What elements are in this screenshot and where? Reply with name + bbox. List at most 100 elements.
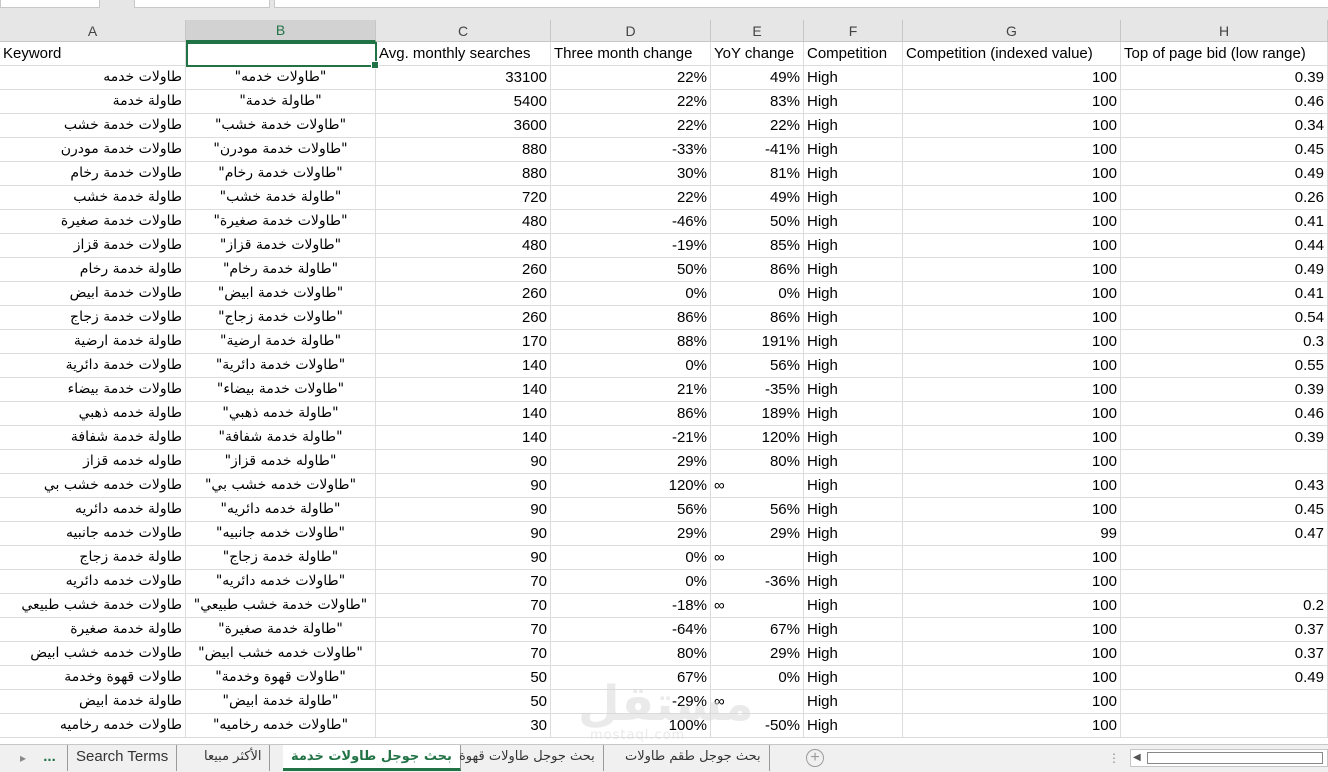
name-box-stub[interactable] <box>0 0 100 8</box>
formula-bar-stub[interactable] <box>274 0 1328 8</box>
cell-f[interactable]: High <box>804 570 903 594</box>
cell-e[interactable]: 49% <box>711 66 804 90</box>
cell-a[interactable]: طاولات خدمة رخام <box>0 162 186 186</box>
cell-a[interactable]: طاولة خدمة ابيض <box>0 690 186 714</box>
cell-d[interactable]: 0% <box>551 570 711 594</box>
cell-f[interactable]: High <box>804 498 903 522</box>
cell-a[interactable]: طاولات خدمة صغيرة <box>0 210 186 234</box>
cell-c[interactable]: 50 <box>376 690 551 714</box>
cell-h[interactable] <box>1121 546 1328 570</box>
cell-a[interactable]: طاولة خدمة <box>0 90 186 114</box>
cell-a[interactable]: طاولات خدمه رخاميه <box>0 714 186 738</box>
cell-h[interactable]: 0.44 <box>1121 234 1328 258</box>
add-sheet-button[interactable]: + <box>806 749 824 767</box>
cell-b[interactable]: "طاولات خدمه خشب ابيض" <box>186 642 376 666</box>
formula-area-stub[interactable] <box>134 0 270 8</box>
cell-f[interactable]: High <box>804 162 903 186</box>
column-header-f[interactable]: F <box>804 20 903 42</box>
header-cell-c[interactable]: Avg. monthly searches <box>376 42 551 66</box>
cell-g[interactable]: 100 <box>903 618 1121 642</box>
cell-d[interactable]: -64% <box>551 618 711 642</box>
cell-c[interactable]: 140 <box>376 378 551 402</box>
cell-c[interactable]: 90 <box>376 546 551 570</box>
cell-e[interactable]: ∞ <box>711 594 804 618</box>
cell-e[interactable]: 29% <box>711 522 804 546</box>
cell-e[interactable]: 191% <box>711 330 804 354</box>
cell-c[interactable]: 260 <box>376 282 551 306</box>
cell-g[interactable]: 100 <box>903 426 1121 450</box>
column-header-b[interactable]: B <box>186 20 376 42</box>
cell-g[interactable]: 99 <box>903 522 1121 546</box>
tab-search-terms[interactable]: Search Terms <box>68 745 178 771</box>
cell-c[interactable]: 140 <box>376 354 551 378</box>
cell-c[interactable]: 90 <box>376 498 551 522</box>
cell-c[interactable]: 70 <box>376 570 551 594</box>
cell-b[interactable]: "طاولات خدمه خشب بي" <box>186 474 376 498</box>
cell-f[interactable]: High <box>804 210 903 234</box>
cell-a[interactable]: طاولة خدمة ارضية <box>0 330 186 354</box>
cell-h[interactable]: 0.37 <box>1121 618 1328 642</box>
cell-a[interactable]: طاولات خدمه جانبيه <box>0 522 186 546</box>
cell-a[interactable]: طاولة خدمه ذهبي <box>0 402 186 426</box>
cell-c[interactable]: 30 <box>376 714 551 738</box>
cell-a[interactable]: طاولات خدمة خشب طبيعي <box>0 594 186 618</box>
cell-f[interactable]: High <box>804 66 903 90</box>
cell-g[interactable]: 100 <box>903 282 1121 306</box>
scroll-left-arrow-icon[interactable]: ◀ <box>1133 750 1145 766</box>
cell-g[interactable]: 100 <box>903 210 1121 234</box>
cell-c[interactable]: 5400 <box>376 90 551 114</box>
cell-b[interactable]: "طاولة خدمة" <box>186 90 376 114</box>
cell-e[interactable]: ∞ <box>711 690 804 714</box>
header-cell-e[interactable]: YoY change <box>711 42 804 66</box>
cell-e[interactable]: 29% <box>711 642 804 666</box>
tab-google-coffee-tables[interactable]: بحث جوجل طاولات قهوة <box>451 745 604 771</box>
cell-b[interactable]: "طاولات خدمة ابيض" <box>186 282 376 306</box>
cell-g[interactable]: 100 <box>903 402 1121 426</box>
cell-b[interactable]: "طاوله خدمه قزاز" <box>186 450 376 474</box>
tab-best-sellers[interactable]: الأكثر مبيعا <box>196 745 271 771</box>
cell-b[interactable]: "طاولات خدمه جانبيه" <box>186 522 376 546</box>
cell-c[interactable]: 90 <box>376 450 551 474</box>
cell-d[interactable]: 29% <box>551 522 711 546</box>
cell-e[interactable]: 189% <box>711 402 804 426</box>
cell-d[interactable]: -33% <box>551 138 711 162</box>
cell-d[interactable]: 67% <box>551 666 711 690</box>
cell-c[interactable]: 720 <box>376 186 551 210</box>
cell-f[interactable]: High <box>804 90 903 114</box>
cell-d[interactable]: 0% <box>551 546 711 570</box>
cell-b[interactable]: "طاولات خدمة صغيرة" <box>186 210 376 234</box>
cell-b[interactable]: "طاولة خدمة رخام" <box>186 258 376 282</box>
cell-d[interactable]: 29% <box>551 450 711 474</box>
cell-e[interactable]: 85% <box>711 234 804 258</box>
cell-g[interactable]: 100 <box>903 642 1121 666</box>
cell-c[interactable]: 880 <box>376 162 551 186</box>
cell-e[interactable]: 50% <box>711 210 804 234</box>
cell-h[interactable]: 0.34 <box>1121 114 1328 138</box>
cell-e[interactable]: 49% <box>711 186 804 210</box>
cell-f[interactable]: High <box>804 378 903 402</box>
tab-splitter-handle[interactable]: ⋮ <box>1108 751 1120 765</box>
cell-g[interactable]: 100 <box>903 690 1121 714</box>
cell-g[interactable]: 100 <box>903 546 1121 570</box>
cell-g[interactable]: 100 <box>903 186 1121 210</box>
cell-g[interactable]: 100 <box>903 474 1121 498</box>
cell-b[interactable]: "طاولات خدمة خشب" <box>186 114 376 138</box>
cell-e[interactable]: 67% <box>711 618 804 642</box>
cell-f[interactable]: High <box>804 234 903 258</box>
cell-f[interactable]: High <box>804 282 903 306</box>
cell-f[interactable]: High <box>804 138 903 162</box>
cell-e[interactable]: -35% <box>711 378 804 402</box>
cell-h[interactable]: 0.37 <box>1121 642 1328 666</box>
cell-b[interactable]: "طاولات خدمة خشب طبيعي" <box>186 594 376 618</box>
cell-g[interactable]: 100 <box>903 498 1121 522</box>
cell-h[interactable] <box>1121 714 1328 738</box>
cell-f[interactable]: High <box>804 186 903 210</box>
cell-g[interactable]: 100 <box>903 450 1121 474</box>
cell-h[interactable]: 0.41 <box>1121 282 1328 306</box>
cell-a[interactable]: طاولات خدمة ابيض <box>0 282 186 306</box>
cell-h[interactable] <box>1121 450 1328 474</box>
cell-a[interactable]: طاولة خدمة خشب <box>0 186 186 210</box>
cell-f[interactable]: High <box>804 666 903 690</box>
header-cell-g[interactable]: Competition (indexed value) <box>903 42 1121 66</box>
cell-b[interactable]: "طاولة خدمة ابيض" <box>186 690 376 714</box>
